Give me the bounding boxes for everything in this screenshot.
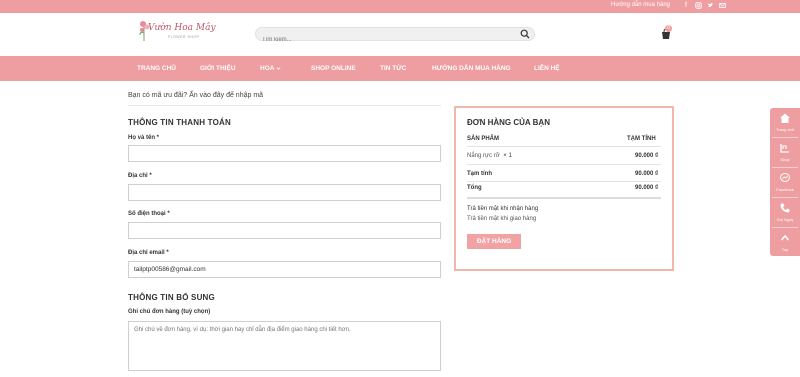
nav-item-purchase-guide[interactable]: HƯỚNG DẪN MUA HÀNG	[432, 56, 511, 81]
divider	[467, 181, 661, 182]
notes-label: Ghi chú đơn hàng (tuỳ chọn)	[128, 309, 211, 315]
nav-item-flowers[interactable]: HOA	[260, 56, 281, 81]
total-label: Tổng	[467, 185, 482, 191]
search-input[interactable]	[256, 34, 506, 46]
instagram-icon[interactable]	[694, 2, 702, 10]
payment-method-label[interactable]: Trả tiền mặt khi nhận hàng	[467, 206, 538, 212]
float-item-top[interactable]: Top	[770, 228, 800, 257]
divider	[128, 105, 441, 106]
nav-item-about[interactable]: GIỚI THIỆU	[200, 56, 236, 81]
nav-item-shop-online[interactable]: SHOP ONLINE	[311, 56, 356, 81]
messenger-icon	[780, 173, 790, 182]
float-item-label: Trang chủ	[776, 127, 794, 132]
billing-title: THÔNG TIN THANH TOÁN	[128, 118, 231, 127]
twitter-icon[interactable]	[706, 2, 714, 10]
guide-link[interactable]: Hướng dẫn mua hàng	[611, 2, 670, 8]
search-bar	[255, 27, 535, 46]
email-icon[interactable]	[718, 2, 726, 10]
address-field[interactable]	[128, 184, 441, 201]
payment-method-desc: Trả tiền mặt khi giao hàng	[467, 216, 537, 222]
order-item-price: 90.000 ₫	[635, 153, 659, 159]
subtotal-value: 90.000 ₫	[635, 171, 659, 177]
phone-icon	[780, 203, 790, 213]
float-item-home[interactable]: Trang chủ	[770, 108, 800, 137]
float-item-label: Top	[781, 247, 789, 252]
home-icon	[780, 113, 790, 123]
facebook-icon[interactable]: f	[682, 2, 690, 10]
subtotal-column-header: TẠM TÍNH	[627, 136, 656, 142]
order-title: ĐƠN HÀNG CỦA BẠN	[467, 118, 550, 127]
name-label: Họ và tên *	[128, 135, 160, 141]
float-item-shop[interactable]: Shop	[770, 138, 800, 167]
phone-field[interactable]	[128, 222, 441, 239]
search-icon[interactable]	[520, 29, 530, 39]
nav-item-contact[interactable]: LIÊN HỆ	[534, 56, 560, 81]
email-field[interactable]: tailptp00586@gmail.com	[128, 261, 441, 278]
name-field[interactable]	[128, 145, 441, 162]
nav-item-home[interactable]: TRANG CHỦ	[137, 56, 176, 81]
divider	[467, 146, 661, 147]
nav-item-news[interactable]: TIN TỨC	[380, 56, 406, 81]
divider	[467, 197, 661, 199]
logo-subtitle: FLOWER SHOP	[168, 35, 200, 39]
product-column-header: SẢN PHẨM	[467, 136, 500, 142]
arrow-up-icon	[780, 234, 790, 241]
nav-item-flowers-label: HOA	[260, 65, 275, 72]
float-item-label: Shop	[780, 157, 790, 162]
coupon-link[interactable]: Bạn có mã ưu đãi? Ấn vào đây để nhập mã	[128, 92, 263, 99]
divider	[467, 164, 661, 165]
float-item-label: Gọi Ngay	[776, 217, 794, 222]
logo-text: Vườn Hoa Mây	[148, 23, 216, 33]
order-item-name: Nắng rực rỡ	[467, 153, 500, 159]
email-label: Địa chỉ email *	[128, 250, 169, 256]
order-notes-field[interactable]	[128, 321, 441, 371]
total-value: 90.000 ₫	[635, 185, 659, 191]
main-nav: TRANG CHỦ GIỚI THIỆU HOA SHOP ONLINE TIN…	[0, 56, 800, 81]
float-item-label: Facebook	[776, 187, 794, 192]
shop-icon	[780, 144, 789, 153]
top-bar: Hướng dẫn mua hàng f	[0, 0, 800, 13]
float-item-facebook[interactable]: Facebook	[770, 168, 800, 197]
order-item-qty: × 1	[503, 153, 512, 159]
address-label: Địa chỉ *	[128, 173, 152, 179]
phone-label: Số điện thoại *	[128, 211, 170, 217]
cart-count-badge: 0	[665, 25, 672, 32]
extra-info-title: THÔNG TIN BỔ SUNG	[128, 293, 215, 302]
logo[interactable]: Vườn Hoa Mây FLOWER SHOP	[138, 17, 216, 47]
order-item-row: Nắng rực rỡ × 1	[467, 153, 512, 159]
place-order-button[interactable]: ĐẶT HÀNG	[467, 234, 521, 249]
float-item-call[interactable]: Gọi Ngay	[770, 198, 800, 227]
subtotal-label: Tạm tính	[467, 171, 492, 177]
chevron-down-icon	[276, 67, 281, 70]
